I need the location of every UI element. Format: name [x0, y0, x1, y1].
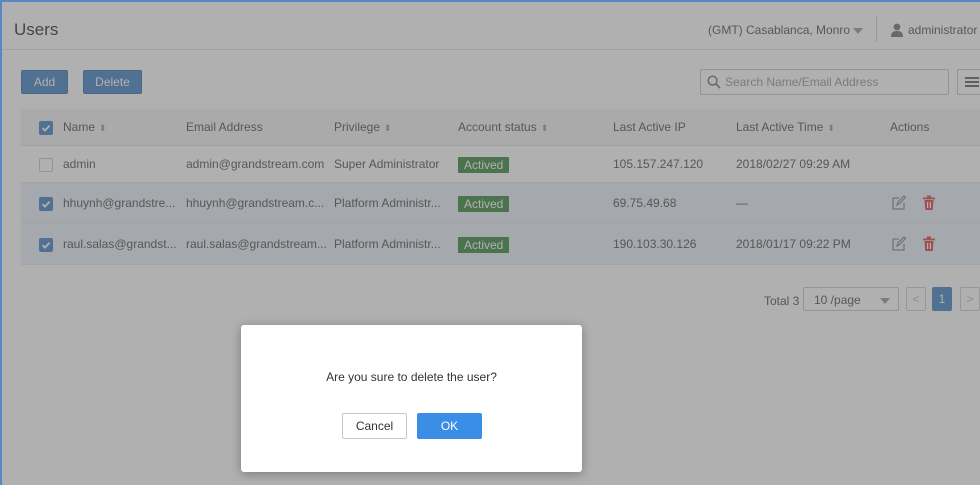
confirm-delete-dialog: Are you sure to delete the user? Cancel … [241, 325, 582, 472]
app-frame: Users (GMT) Casablanca, Monro administra… [0, 0, 980, 485]
dialog-message: Are you sure to delete the user? [326, 370, 497, 384]
cancel-button[interactable]: Cancel [342, 413, 407, 439]
ok-button[interactable]: OK [417, 413, 482, 439]
